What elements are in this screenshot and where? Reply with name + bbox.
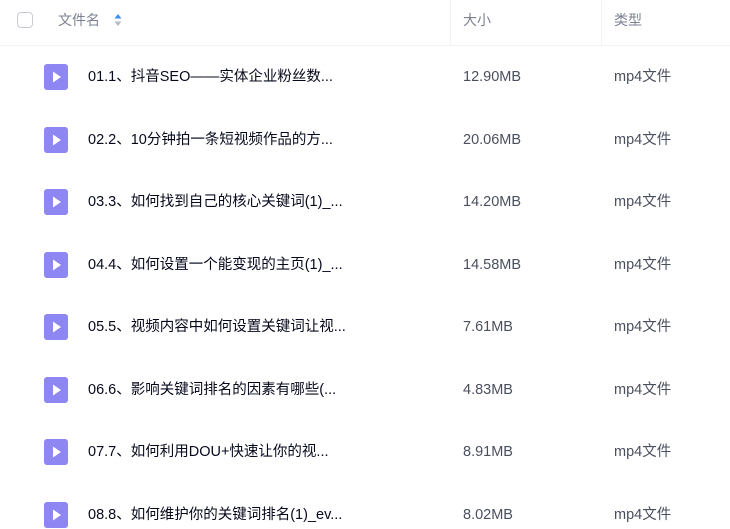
column-header-size[interactable]: 大小 <box>463 0 491 40</box>
file-name[interactable]: 01.1、抖音SEO——实体企业粉丝数... <box>88 67 333 87</box>
file-size: 8.91MB <box>463 444 513 460</box>
file-size: 12.90MB <box>463 69 522 85</box>
file-size: 14.58MB <box>463 256 522 273</box>
table-row[interactable]: 07.7、如何利用DOU+快速让你的视... 8.91MB mp4文件 <box>0 421 730 484</box>
file-type: mp4文件 <box>614 381 672 398</box>
video-file-icon <box>44 314 68 340</box>
file-type: mp4文件 <box>614 319 672 335</box>
table-row[interactable]: 08.8、如何维护你的关键词排名(1)_ev... 8.02MB mp4文件 <box>0 484 730 529</box>
video-file-icon <box>44 189 68 215</box>
file-name[interactable]: 08.8、如何维护你的关键词排名(1)_ev... <box>88 505 342 525</box>
file-name[interactable]: 04.4、如何设置一个能变现的主页(1)_... <box>88 255 343 275</box>
table-row[interactable]: 02.2、10分钟拍一条短视频作品的方... 20.06MB mp4文件 <box>0 109 730 172</box>
sort-icon[interactable] <box>114 13 122 27</box>
table-row[interactable]: 05.5、视频内容中如何设置关键词让视... 7.61MB mp4文件 <box>0 296 730 359</box>
file-list: 文件名 大小 类型 01.1、抖音SEO——实体企业粉丝数... 12.90MB m… <box>0 0 730 529</box>
video-file-icon <box>44 501 68 528</box>
file-type: mp4文件 <box>614 444 672 460</box>
file-name[interactable]: 05.5、视频内容中如何设置关键词让视... <box>88 317 346 337</box>
table-row[interactable]: 01.1、抖音SEO——实体企业粉丝数... 12.90MB mp4文件 <box>0 46 730 109</box>
file-size: 20.06MB <box>463 131 522 148</box>
video-file-icon <box>44 64 68 90</box>
file-size: 14.20MB <box>463 194 522 210</box>
video-file-icon <box>44 439 68 465</box>
file-name[interactable]: 03.3、如何找到自己的核心关键词(1)_... <box>88 192 343 212</box>
file-type: mp4文件 <box>614 69 672 85</box>
file-size: 4.83MB <box>463 381 513 398</box>
column-divider[interactable] <box>601 0 602 46</box>
table-row[interactable]: 04.4、如何设置一个能变现的主页(1)_... 14.58MB mp4文件 <box>0 234 730 297</box>
column-divider[interactable] <box>450 0 451 46</box>
file-name[interactable]: 06.6、影响关键词排名的因素有哪些(... <box>88 380 336 400</box>
file-name[interactable]: 07.7、如何利用DOU+快速让你的视... <box>88 442 329 462</box>
file-type: mp4文件 <box>614 506 672 523</box>
column-header-type[interactable]: 类型 <box>614 0 642 40</box>
table-row[interactable]: 06.6、影响关键词排名的因素有哪些(... 4.83MB mp4文件 <box>0 359 730 422</box>
file-type: mp4文件 <box>614 131 672 148</box>
file-name[interactable]: 02.2、10分钟拍一条短视频作品的方... <box>88 130 333 150</box>
file-type: mp4文件 <box>614 256 672 273</box>
select-all-checkbox[interactable] <box>17 12 33 28</box>
column-header-name[interactable]: 文件名 <box>58 0 122 40</box>
column-header-name-label: 文件名 <box>58 12 100 28</box>
file-size: 7.61MB <box>463 319 513 335</box>
video-file-icon <box>44 126 68 153</box>
video-file-icon <box>44 376 68 403</box>
video-file-icon <box>44 251 68 278</box>
file-list-header: 文件名 大小 类型 <box>0 0 730 46</box>
file-size: 8.02MB <box>463 506 513 523</box>
file-type: mp4文件 <box>614 194 672 210</box>
table-row[interactable]: 03.3、如何找到自己的核心关键词(1)_... 14.20MB mp4文件 <box>0 171 730 234</box>
